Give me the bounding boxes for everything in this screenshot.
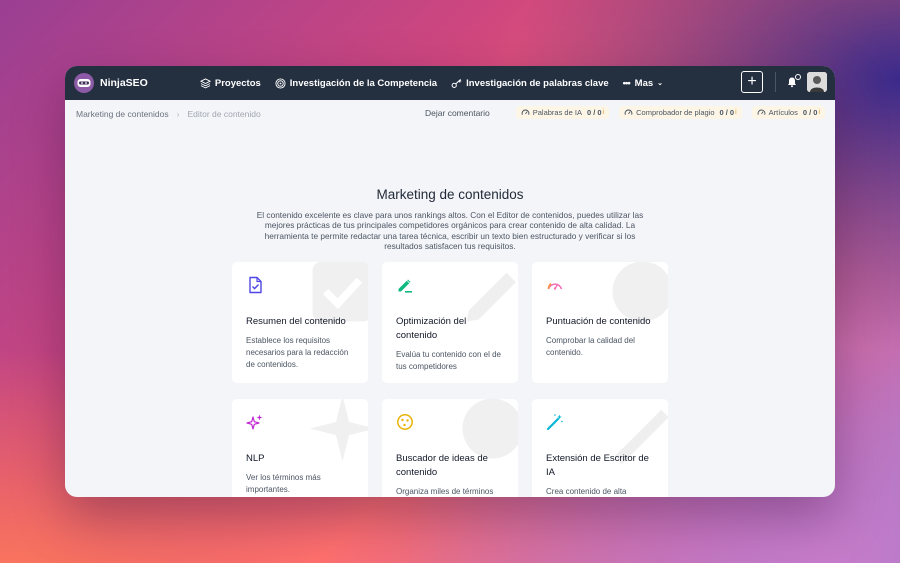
more-dots-icon: ••• (622, 77, 631, 89)
target-icon (275, 77, 286, 89)
watermark-wand-icon (614, 409, 668, 465)
breadcrumb-parent[interactable]: Marketing de contenidos (76, 109, 169, 119)
gauge-icon (757, 109, 766, 115)
info-icon: i (735, 109, 737, 116)
card-content-optimization[interactable]: Optimización del contenido Evalúa tu con… (382, 262, 518, 383)
nav-item-mas[interactable]: ••• Mas ⌄ (623, 78, 663, 89)
nav-label: Investigación de palabras clave (466, 77, 609, 89)
card-description: Evalúa tu contenido con el de tus compet… (396, 350, 501, 371)
info-icon: i (602, 109, 605, 116)
card-description: Comprobar la calidad del contenido. (546, 336, 635, 357)
card-content-score[interactable]: Puntuación de contenido Comprobar la cal… (532, 262, 668, 383)
badge-label: Palabras de IA (532, 108, 582, 117)
magic-wand-icon (546, 414, 563, 431)
badge-label: Artículos (768, 108, 798, 117)
nav-item-palabras-clave[interactable]: Investigación de palabras clave (451, 78, 609, 89)
card-description: Crea contenido de alta (546, 487, 627, 496)
nav-item-competencia[interactable]: Investigación de la Competencia (275, 78, 437, 89)
badge-count: 0 / 0 (586, 108, 602, 117)
topbar-actions: + (741, 71, 827, 93)
usage-toolbar: Dejar comentario Palabras de IA 0 / 0i C… (425, 106, 825, 119)
page-description: El contenido excelente es clave para uno… (256, 210, 644, 252)
card-ai-writer-extension[interactable]: Extensión de Escritor de IA Crea conteni… (532, 399, 668, 497)
breadcrumb-separator: › (176, 109, 180, 119)
layers-icon (199, 77, 211, 88)
brand-name[interactable]: NinjaSEO (100, 77, 148, 89)
pencil-icon (398, 279, 412, 293)
main-nav: Proyectos Investigación de la Competenci… (199, 77, 677, 89)
cookie-icon (397, 414, 413, 430)
speedometer-icon (547, 282, 563, 290)
divider (775, 72, 776, 92)
sparkles-icon (246, 414, 263, 430)
gauge-icon (521, 109, 530, 115)
top-navbar: NinjaSEO Proyectos Investigación de la C… (65, 66, 835, 100)
usage-badge-plagiarism[interactable]: Comprobador de plagio 0 / 0i (619, 106, 742, 119)
app-window: NinjaSEO Proyectos Investigación de la C… (65, 66, 835, 497)
badge-count: 0 / 0 (719, 108, 735, 117)
card-content-ideas[interactable]: Buscador de ideas de contenido Organiza … (382, 399, 518, 497)
watermark-check-icon (312, 262, 368, 322)
badge-count: 0 / 0 (802, 108, 818, 117)
hero-section: Marketing de contenidos El contenido exc… (65, 187, 835, 252)
nav-label: Mas (634, 77, 654, 89)
card-description: Ver los términos más importantes. (246, 473, 321, 494)
breadcrumb-bar: Marketing de contenidos › Editor de cont… (65, 100, 835, 128)
page-title: Marketing de contenidos (376, 187, 524, 202)
gauge-icon (624, 109, 633, 115)
ninja-logo-icon[interactable] (74, 73, 94, 93)
leave-comment-link[interactable]: Dejar comentario (425, 108, 490, 118)
watermark-gauge-icon (612, 262, 668, 322)
usage-badge-ai-words[interactable]: Palabras de IA 0 / 0i (515, 106, 610, 119)
avatar[interactable] (807, 72, 827, 92)
nav-item-proyectos[interactable]: Proyectos (199, 77, 261, 89)
watermark-cookie-icon (462, 399, 518, 459)
card-content-brief[interactable]: Resumen del contenido Establece los requ… (232, 262, 368, 383)
bell-icon[interactable] (786, 74, 801, 88)
badge-label: Comprobador de plagio (636, 108, 715, 117)
card-description: Establece los requisitos necesarios para… (246, 336, 349, 369)
key-icon (451, 78, 462, 88)
usage-badge-articles[interactable]: Artículos 0 / 0i (751, 106, 825, 119)
add-button[interactable]: + (741, 71, 763, 93)
tool-cards-grid: Resumen del contenido Establece los requ… (232, 262, 668, 497)
breadcrumb-current: Editor de contenido (187, 109, 261, 119)
watermark-sparkle-icon (309, 399, 368, 462)
info-icon: i (818, 109, 820, 116)
card-nlp[interactable]: NLP Ver los términos más importantes. (232, 399, 368, 497)
watermark-pencil-icon (466, 272, 516, 322)
card-description: Organiza miles de términos (396, 487, 494, 496)
notification-dot (795, 74, 801, 80)
nav-label: Proyectos (214, 77, 261, 89)
chevron-down-icon: ⌄ (657, 80, 664, 87)
nav-label: Investigación de la Competencia (289, 77, 438, 89)
document-check-icon (249, 276, 262, 294)
